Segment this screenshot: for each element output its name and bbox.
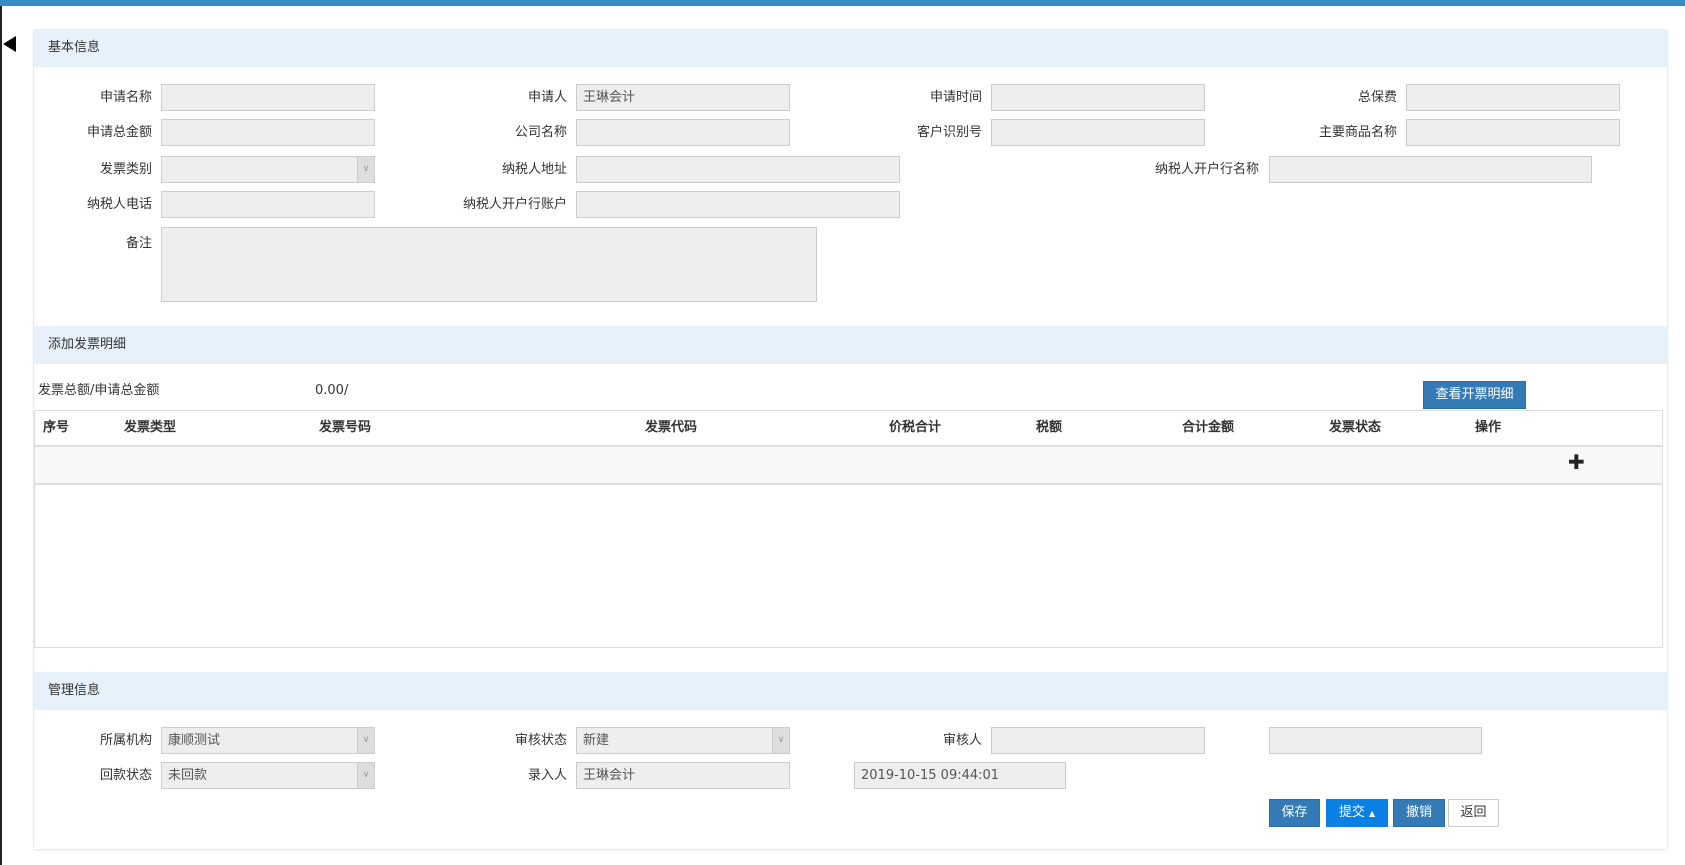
label-company-name: 公司名称 xyxy=(514,125,567,140)
col-invoice-code: 发票代码 xyxy=(645,420,698,435)
chevron-down-icon: ∨ xyxy=(772,728,789,753)
caret-up-icon: ▲ xyxy=(1369,809,1376,818)
col-index: 序号 xyxy=(43,420,70,435)
payment-status-select[interactable]: 未回款 ∨ xyxy=(161,762,375,789)
label-payment-status: 回款状态 xyxy=(99,768,152,783)
entered-by-input[interactable]: 王琳会计 xyxy=(576,762,790,789)
summary-label: 发票总额/申请总金额 xyxy=(38,383,160,398)
submit-button[interactable]: 提交 ▲ xyxy=(1326,799,1388,827)
label-customer-id: 客户识别号 xyxy=(916,125,982,140)
label-total-premium: 总保费 xyxy=(1357,90,1397,105)
label-taxpayer-phone: 纳税人电话 xyxy=(86,197,152,212)
top-bar xyxy=(0,0,1685,6)
invoice-category-select[interactable]: ∨ xyxy=(161,156,375,183)
label-remark: 备注 xyxy=(125,236,152,251)
apply-time-input[interactable] xyxy=(991,84,1205,111)
view-invoice-detail-button[interactable]: 查看开票明细 xyxy=(1423,381,1526,409)
label-main-goods: 主要商品名称 xyxy=(1318,125,1397,140)
summary-value: 0.00/ xyxy=(315,383,349,398)
section-invoice-detail: 添加发票明细 xyxy=(34,326,1667,364)
cancel-button[interactable]: 撤销 xyxy=(1393,799,1445,827)
audit-status-select[interactable]: 新建 ∨ xyxy=(576,727,790,754)
total-premium-input[interactable] xyxy=(1406,84,1620,111)
label-taxpayer-bank-name: 纳税人开户行名称 xyxy=(1154,162,1259,177)
col-invoice-number: 发票号码 xyxy=(319,420,372,435)
label-apply-total-amount: 申请总金额 xyxy=(86,125,152,140)
plus-icon[interactable]: ✚ xyxy=(1568,450,1585,474)
taxpayer-bank-name-input[interactable] xyxy=(1269,156,1592,183)
label-org: 所属机构 xyxy=(99,733,152,748)
col-invoice-status: 发票状态 xyxy=(1329,420,1382,435)
label-invoice-category: 发票类别 xyxy=(99,162,152,177)
audit-status-value: 新建 xyxy=(583,733,610,748)
entry-date-input[interactable]: 2019-10-15 09:44:01 xyxy=(854,762,1066,789)
apply-name-input[interactable] xyxy=(161,84,375,111)
label-taxpayer-bank-account: 纳税人开户行账户 xyxy=(462,197,567,212)
remark-textarea[interactable] xyxy=(161,227,817,302)
payment-status-value: 未回款 xyxy=(168,768,208,783)
label-entered-by: 录入人 xyxy=(527,768,567,783)
label-auditor: 审核人 xyxy=(942,733,982,748)
label-applicant: 申请人 xyxy=(527,90,567,105)
collapse-sidebar-icon[interactable] xyxy=(3,36,16,52)
section-basic-info: 基本信息 xyxy=(34,29,1667,67)
org-value: 康顺测试 xyxy=(168,733,221,748)
col-actions: 操作 xyxy=(1475,420,1502,435)
chevron-down-icon: ∨ xyxy=(357,763,374,788)
submit-label: 提交 xyxy=(1338,805,1365,820)
col-tax: 税额 xyxy=(1036,420,1063,435)
auditor-extra-input[interactable] xyxy=(1269,727,1482,754)
table-row xyxy=(35,445,1662,485)
taxpayer-address-input[interactable] xyxy=(576,156,900,183)
col-invoice-type: 发票类型 xyxy=(124,420,177,435)
save-button[interactable]: 保存 xyxy=(1269,799,1320,827)
chevron-down-icon: ∨ xyxy=(357,157,374,182)
section-management: 管理信息 xyxy=(34,672,1667,710)
company-name-input[interactable] xyxy=(576,119,790,146)
label-audit-status: 审核状态 xyxy=(514,733,567,748)
label-apply-time: 申请时间 xyxy=(929,90,982,105)
col-total-amount: 合计金额 xyxy=(1182,420,1235,435)
label-apply-name: 申请名称 xyxy=(99,90,152,105)
back-button[interactable]: 返回 xyxy=(1448,799,1499,827)
main-goods-input[interactable] xyxy=(1406,119,1620,146)
applicant-input[interactable]: 王琳会计 xyxy=(576,84,790,111)
customer-id-input[interactable] xyxy=(991,119,1205,146)
col-total-with-tax: 价税合计 xyxy=(889,420,942,435)
apply-total-amount-input[interactable] xyxy=(161,119,375,146)
taxpayer-phone-input[interactable] xyxy=(161,191,375,218)
label-taxpayer-address: 纳税人地址 xyxy=(501,162,567,177)
org-select[interactable]: 康顺测试 ∨ xyxy=(161,727,375,754)
auditor-input[interactable] xyxy=(991,727,1205,754)
taxpayer-bank-account-input[interactable] xyxy=(576,191,900,218)
chevron-down-icon: ∨ xyxy=(357,728,374,753)
